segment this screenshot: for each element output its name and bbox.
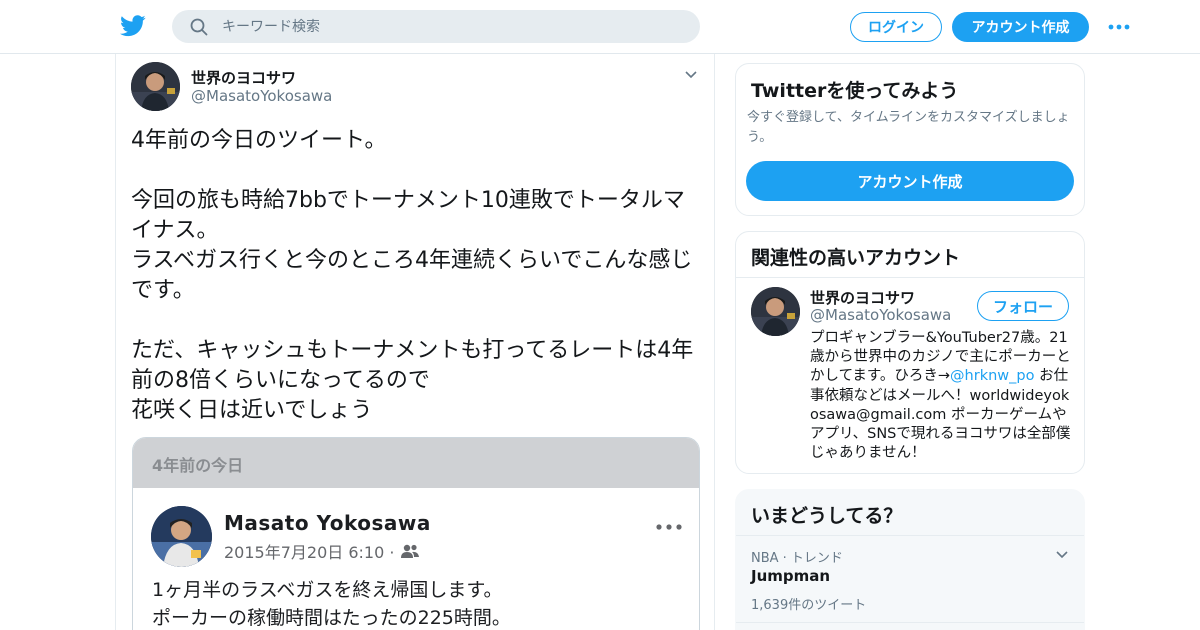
chevron-down-icon[interactable] [684,70,698,80]
friends-icon [401,544,420,558]
related-account-name[interactable]: 世界のヨコサワ [810,287,915,308]
trends-title: いまどうしてる？ [751,505,903,527]
divider [736,622,1084,623]
divider [736,535,1084,536]
card-post-date: 2015年7月20日 6:10 · [224,543,395,562]
twitter-bird-icon[interactable] [120,14,146,38]
signup-module-button[interactable]: アカウント作成 [746,161,1074,201]
card-avatar [151,506,212,567]
avatar-photo-icon [151,506,212,567]
search-icon [190,18,208,36]
trend-name[interactable]: Jumpman [751,567,830,585]
search-input[interactable] [222,10,682,43]
more-options-icon[interactable] [1107,17,1131,37]
login-button[interactable]: ログイン [850,12,942,42]
card-post-text: 1ヶ月半のラスベガスを終え帰国します。 ポーカーの稼働時間はたったの225時間。 [152,579,511,629]
signup-module: Twitterを使ってみよう 今すぐ登録して、タイムラインをカスタマイズしましょ… [735,63,1085,216]
tweet-text: 4年前の今日のツイート。 今回の旅も時給7bbでトーナメント10連敗でトータルマ… [131,128,694,423]
memory-header: 4年前の今日 [133,438,699,488]
signup-module-subtitle: 今すぐ登録して、タイムラインをカスタマイズしましょう。 [747,110,1070,145]
signup-button[interactable]: アカウント作成 [952,12,1089,42]
more-options-icon [656,524,682,530]
card-post-meta: 2015年7月20日 6:10 · [224,539,420,563]
top-nav-bar: ログイン アカウント作成 [0,0,1200,54]
card-author-name: Masato Yokosawa [224,511,431,535]
author-handle[interactable]: @MasatoYokosawa [191,87,332,105]
signup-module-title: Twitterを使ってみよう [751,80,959,102]
related-account-avatar[interactable] [751,287,800,336]
related-account-handle[interactable]: @MasatoYokosawa [810,306,951,324]
trends-module: いまどうしてる？ NBA · トレンド Jumpman 1,639件のツイート [735,489,1085,630]
related-accounts-module: 関連性の高いアカウント 世界のヨコサワ @MasatoYokosawa フォロー… [735,231,1085,474]
trend-tweet-count: 1,639件のツイート [751,598,867,613]
bio-mention-link[interactable]: @hrknw_po [950,368,1034,384]
search-box[interactable] [172,10,700,43]
memory-header-label: 4年前の今日 [152,456,244,475]
related-account-bio: プロギャンブラー&YouTuber27歳。21歳から世界中のカジノで主にポーカー… [810,329,1072,463]
divider [736,277,1084,278]
tweet-column: 世界のヨコサワ @MasatoYokosawa 4年前の今日のツイート。 今回の… [115,54,715,630]
related-accounts-title: 関連性の高いアカウント [751,247,961,269]
author-name[interactable]: 世界のヨコサワ [191,67,296,88]
trend-context: NBA · トレンド [751,551,843,566]
avatar-photo-icon [131,62,180,111]
author-avatar[interactable] [131,62,180,111]
chevron-down-icon[interactable] [1055,550,1069,560]
avatar-photo-icon [751,287,800,336]
tweet-image-card[interactable]: 4年前の今日 Masato Yokosawa 2015年7月20日 6:10 · [132,437,700,630]
follow-button[interactable]: フォロー [977,291,1069,321]
